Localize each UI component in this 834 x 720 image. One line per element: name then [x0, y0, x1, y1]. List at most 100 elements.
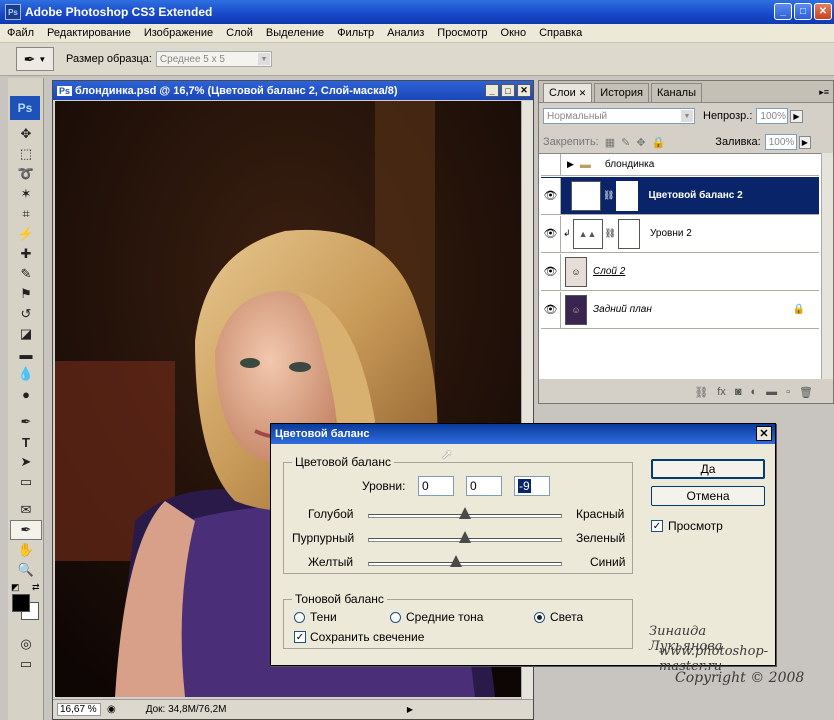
doc-close-button[interactable]: ✕: [517, 84, 531, 97]
layer-mask-thumbnail[interactable]: [617, 218, 640, 249]
sample-size-select[interactable]: Среднее 5 x 5 ▼: [155, 51, 272, 67]
opacity-arrow-icon[interactable]: ▶: [790, 109, 803, 123]
eyedropper-tool-icon[interactable]: ✒: [10, 520, 42, 540]
menu-help[interactable]: Справка: [532, 27, 588, 39]
menu-view[interactable]: Просмотр: [430, 27, 493, 39]
lasso-tool-icon[interactable]: ➰: [10, 164, 42, 184]
lock-pixels-icon[interactable]: ✎: [621, 136, 630, 149]
lock-transparency-icon[interactable]: ▦: [605, 136, 615, 149]
tab-channels[interactable]: Каналы: [650, 83, 703, 102]
path-selection-tool-icon[interactable]: ➤: [10, 452, 42, 472]
blend-mode-select[interactable]: Нормальный ▼: [543, 108, 695, 124]
crop-tool-icon[interactable]: ⌗: [10, 204, 42, 224]
opacity-field[interactable]: 100%: [756, 108, 789, 124]
eraser-tool-icon[interactable]: ◪: [10, 324, 42, 344]
type-tool-icon[interactable]: T: [10, 432, 42, 452]
delete-layer-icon[interactable]: 🗑: [799, 386, 813, 399]
preserve-luminosity-checkbox[interactable]: ✓: [294, 631, 306, 643]
slider-thumb-magenta-green[interactable]: [459, 531, 471, 543]
doc-minimize-button[interactable]: _: [485, 84, 499, 97]
clone-stamp-tool-icon[interactable]: ⚑: [10, 284, 42, 304]
history-brush-tool-icon[interactable]: ↺: [10, 304, 42, 324]
expand-arrow-icon[interactable]: ▶: [567, 159, 574, 170]
minimize-button[interactable]: _: [774, 3, 792, 20]
eye-icon[interactable]: 👁: [541, 177, 561, 214]
color-swatches[interactable]: ⇄ ◩: [8, 582, 43, 628]
link-layers-icon[interactable]: ⛓: [694, 386, 708, 399]
swap-colors-icon[interactable]: ⇄: [32, 582, 40, 593]
gradient-tool-icon[interactable]: ▬: [10, 344, 42, 364]
radio-midtones[interactable]: [390, 612, 401, 623]
status-arrow-icon[interactable]: ▶: [407, 705, 413, 714]
magic-wand-tool-icon[interactable]: ✶: [10, 184, 42, 204]
eyedropper-tool-preset[interactable]: ✒ ▼: [16, 47, 54, 71]
default-colors-icon[interactable]: ◩: [11, 582, 20, 593]
fill-field[interactable]: 100%: [764, 134, 797, 150]
lock-position-icon[interactable]: ✥: [636, 136, 645, 149]
cancel-button[interactable]: Отмена: [651, 486, 765, 506]
layer-group-blondinka[interactable]: ▶ ▬ блондинка: [541, 153, 819, 176]
radio-highlights[interactable]: [534, 612, 545, 623]
tab-layers[interactable]: Слои ✕: [543, 83, 593, 102]
healing-brush-tool-icon[interactable]: ✚: [10, 244, 42, 264]
hand-tool-icon[interactable]: ✋: [10, 540, 42, 560]
add-mask-icon[interactable]: ◙: [735, 386, 742, 398]
shape-tool-icon[interactable]: ▭: [10, 472, 42, 492]
layer-levels-2[interactable]: 👁 ↲ ▲▲ ⛓ Уровни 2: [541, 215, 819, 253]
notes-tool-icon[interactable]: ✉: [10, 500, 42, 520]
level-input-yellow-blue[interactable]: -9: [514, 476, 550, 496]
maximize-button[interactable]: □: [794, 3, 812, 20]
fill-arrow-icon[interactable]: ▶: [798, 135, 811, 149]
marquee-tool-icon[interactable]: ⬚: [10, 144, 42, 164]
doc-maximize-button[interactable]: □: [501, 84, 515, 97]
new-group-icon[interactable]: ▬: [766, 386, 777, 398]
radio-shadows[interactable]: [294, 612, 305, 623]
menu-select[interactable]: Выделение: [259, 27, 330, 39]
slider-track-yellow-blue[interactable]: [368, 562, 562, 566]
close-button[interactable]: ✕: [814, 3, 832, 20]
preview-checkbox[interactable]: ✓: [651, 520, 663, 532]
eye-icon[interactable]: 👁: [541, 215, 561, 252]
layer-mask-thumbnail[interactable]: [616, 180, 639, 211]
close-tab-icon[interactable]: ✕: [579, 88, 587, 99]
menu-layer[interactable]: Слой: [219, 27, 259, 39]
menu-filter[interactable]: Фильтр: [330, 27, 380, 39]
menu-window[interactable]: Окно: [494, 27, 533, 39]
menu-file[interactable]: Файл: [0, 27, 40, 39]
foreground-color-swatch[interactable]: [12, 594, 30, 612]
move-tool-icon[interactable]: ✥: [10, 124, 42, 144]
screen-mode-icon[interactable]: ▭: [10, 654, 42, 674]
layers-scrollbar[interactable]: [821, 153, 833, 379]
level-input-magenta-green[interactable]: 0: [466, 476, 502, 496]
menu-image[interactable]: Изображение: [137, 27, 219, 39]
panel-menu-icon[interactable]: ▸≡: [819, 87, 829, 98]
eye-icon[interactable]: 👁: [541, 291, 561, 328]
eye-icon[interactable]: 👁: [541, 253, 561, 290]
zoom-tool-icon[interactable]: 🔍: [10, 560, 42, 580]
dialog-close-button[interactable]: ✕: [756, 426, 772, 441]
slice-tool-icon[interactable]: ⚡: [10, 224, 42, 244]
slider-thumb-yellow-blue[interactable]: [450, 555, 463, 567]
layer-sloy-2[interactable]: 👁 ☺ Слой 2: [541, 253, 819, 291]
slider-thumb-cyan-red[interactable]: [459, 507, 471, 519]
ok-button[interactable]: Да: [651, 459, 765, 479]
visibility-toggle-empty[interactable]: [541, 153, 561, 176]
layer-color-balance-2[interactable]: 👁 ◐ ⛓ Цветовой баланс 2: [541, 177, 819, 215]
zoom-level[interactable]: 16,67 %: [57, 703, 101, 716]
quick-mask-icon[interactable]: ◎: [10, 634, 42, 654]
tab-history[interactable]: История: [594, 83, 649, 102]
new-layer-icon[interactable]: ▫: [786, 386, 790, 398]
status-menu-icon[interactable]: ◉: [107, 704, 116, 715]
level-input-cyan-red[interactable]: 0: [418, 476, 454, 496]
layer-background[interactable]: 👁 ☺ Задний план 🔒: [541, 291, 819, 329]
menu-edit[interactable]: Редактирование: [40, 27, 137, 39]
layer-style-icon[interactable]: fx: [717, 386, 726, 398]
new-adjustment-icon[interactable]: ◐: [750, 386, 757, 398]
lock-all-icon[interactable]: 🔒: [652, 136, 666, 149]
blur-tool-icon[interactable]: 💧: [10, 364, 42, 384]
brush-tool-icon[interactable]: ✎: [10, 264, 42, 284]
radio-shadows-label: Тени: [310, 610, 337, 624]
dodge-tool-icon[interactable]: ●: [10, 384, 42, 404]
menu-analysis[interactable]: Анализ: [380, 27, 430, 39]
pen-tool-icon[interactable]: ✒: [10, 412, 42, 432]
